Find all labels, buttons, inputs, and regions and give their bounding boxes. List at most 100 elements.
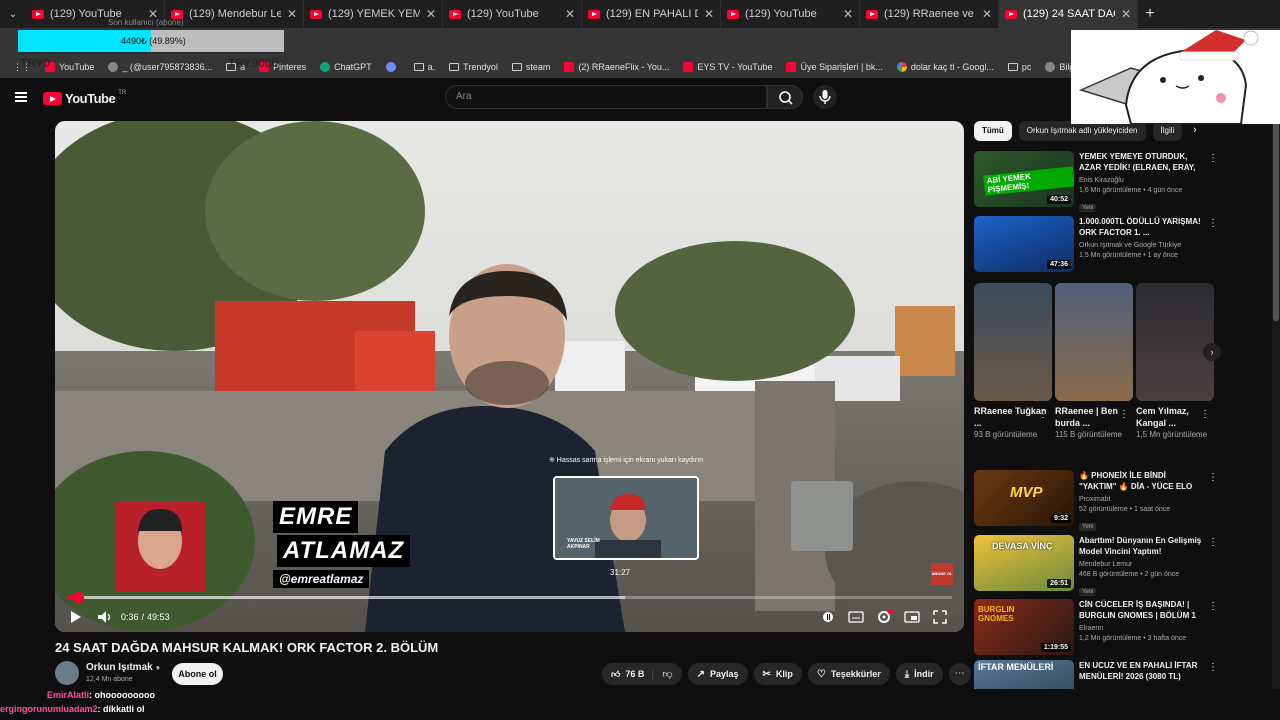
volume-icon[interactable] (95, 607, 115, 627)
video-title[interactable]: 🔥 PHONEİX İLE BİNDİ "YAKTIM" 🔥 DİA - YÜC… (1079, 470, 1204, 492)
bookmark-label: ChatGPT (334, 62, 372, 72)
play-icon[interactable] (65, 607, 85, 627)
subscribe-watermark[interactable]: ABONE OL (931, 563, 953, 585)
thumbnail-caption: İFTAR MENÜLERİ (978, 662, 1054, 672)
chips-next-icon[interactable]: › (1193, 124, 1197, 136)
video-thumbnail[interactable]: DEVASA VİNÇ 26:51 (974, 535, 1074, 591)
share-button[interactable]: ↗ Paylaş (687, 663, 748, 685)
thanks-button[interactable]: ♡ Teşekkürler (807, 663, 890, 685)
miniplayer-icon[interactable] (902, 607, 922, 627)
search-button[interactable] (767, 85, 803, 109)
bookmark-item[interactable]: a. (407, 62, 443, 72)
autoplay-toggle-icon[interactable] (818, 607, 838, 627)
video-title[interactable]: CİN CÜCELER İŞ BAŞINDA! | BURGLIN GNOMES… (1079, 599, 1204, 621)
shorts-next-button[interactable]: › (1203, 343, 1221, 361)
tab-close-icon[interactable]: ✕ (1121, 7, 1131, 21)
chip-from-uploader[interactable]: Orkun Işıtmak adlı yükleyiciden (1018, 121, 1146, 141)
short-thumbnail[interactable] (1136, 283, 1214, 401)
video-thumbnail[interactable]: MVP 9:32 (974, 470, 1074, 526)
voice-search-button[interactable] (813, 85, 837, 109)
bookmark-item[interactable]: dolar kaç tl - Googl... (890, 62, 1001, 72)
guide-menu-icon[interactable] (15, 92, 27, 102)
bookmark-item[interactable]: ChatGPT (313, 62, 379, 72)
bookmark-item[interactable]: EYS TV - YouTube (676, 62, 779, 72)
scrollbar-thumb[interactable] (1273, 116, 1279, 321)
clip-button[interactable]: ✂ Klip (753, 663, 802, 685)
short-menu-icon[interactable]: ⋮ (1200, 409, 1210, 420)
tab-close-icon[interactable]: ✕ (843, 7, 853, 21)
more-actions-button[interactable]: ⋯ (948, 663, 971, 685)
bookmark-item[interactable]: (2) RRaeneFlix - You... (557, 62, 676, 72)
video-channel[interactable]: Mendebur Lemur (1079, 560, 1204, 570)
video-player[interactable]: EMRE ATLAMAZ @emreatlamaz ※ Hassas sarma… (55, 121, 964, 632)
player-controls: 0:36 / 49:53 (55, 603, 964, 631)
chat-message: ohooooooooo (94, 690, 155, 700)
subtitles-icon[interactable] (846, 607, 866, 627)
dislike-button[interactable]: 👎︎ (653, 668, 681, 680)
search-input[interactable]: Ara (445, 85, 767, 109)
browser-tab[interactable]: (129) Mendebur Lemur - Y ✕ (165, 0, 304, 28)
chat-user: ergingorunumluadam2 (0, 704, 98, 714)
short-menu-icon[interactable]: ⋮ (1119, 409, 1129, 420)
short-thumbnail[interactable] (1055, 283, 1133, 401)
scrubber-handle[interactable] (72, 592, 84, 603)
bookmark-item[interactable]: _ (@user795873836... (101, 62, 219, 72)
video-thumbnail[interactable]: BURGLIN GNOMES 1:19:55 (974, 599, 1074, 655)
video-channel[interactable]: Orkun Işıtmak ve Google Türkiye (1079, 241, 1204, 251)
bookmark-item[interactable]: pc (1001, 62, 1039, 72)
subscribe-button[interactable]: Abone ol (172, 663, 223, 685)
video-menu-icon[interactable]: ⋮ (1208, 601, 1218, 612)
progress-hover (77, 596, 625, 599)
progress-bar[interactable] (67, 592, 952, 603)
bookmark-icon (511, 63, 522, 71)
page-scrollbar[interactable] (1272, 116, 1280, 689)
bookmark-item[interactable]: Trendyol (442, 62, 505, 72)
bookmark-item[interactable]: Üye Siparişleri | bk... (779, 62, 889, 72)
browser-tab[interactable]: (129) 24 SAAT DAĞDA MA ✕ (999, 0, 1138, 28)
video-thumbnail[interactable]: ABİ YEMEK PİŞMEMİŞ! 40:52 (974, 151, 1074, 207)
video-thumbnail[interactable]: İFTAR MENÜLERİ (974, 660, 1074, 689)
video-menu-icon[interactable]: ⋮ (1208, 218, 1218, 229)
browser-tab[interactable]: (129) YouTube ✕ (443, 0, 582, 28)
tab-close-icon[interactable]: ✕ (565, 7, 575, 21)
channel-name[interactable]: Orkun Işıtmak ● (86, 662, 160, 673)
like-button[interactable]: 👍︎ 76 B (602, 668, 654, 680)
video-menu-icon[interactable]: ⋮ (1208, 153, 1218, 164)
video-thumbnail[interactable]: 47:36 (974, 216, 1074, 272)
video-menu-icon[interactable]: ⋮ (1208, 537, 1218, 548)
tab-close-icon[interactable]: ✕ (287, 7, 297, 21)
tab-search-button[interactable]: ⌄ (0, 0, 26, 28)
video-channel[interactable]: Enis Kirazoğlu (1079, 176, 1204, 186)
settings-gear-icon[interactable] (874, 607, 894, 627)
short-thumbnail[interactable] (974, 283, 1052, 401)
channel-avatar[interactable] (55, 661, 79, 685)
browser-tab[interactable]: (129) RRaenee ve Başak C ✕ (860, 0, 999, 28)
video-title[interactable]: YEMEK YEMEYE OTURDUK, AZAR YEDİK! (ELRAE… (1079, 151, 1204, 173)
tab-close-icon[interactable]: ✕ (704, 7, 714, 21)
video-channel[interactable]: Elraenn (1079, 624, 1204, 634)
video-title[interactable]: Abarttım! Dünyanın En Gelişmiş Model Vin… (1079, 535, 1204, 557)
bookmark-item[interactable] (379, 62, 407, 72)
video-title[interactable]: 1.000.000TL ÖDÜLLÜ YARIŞMA! ORK FACTOR 1… (1079, 216, 1204, 238)
video-menu-icon[interactable]: ⋮ (1208, 662, 1218, 673)
new-tab-button[interactable]: + (1138, 5, 1162, 23)
browser-tab[interactable]: (129) EN PAHALI DEV MA ✕ (582, 0, 721, 28)
screen: ⌄ (129) YouTube✕ (129) Mendebur Lemur - Y… (0, 0, 1280, 720)
download-button[interactable]: ⤓ İndir (895, 663, 943, 685)
chat-message: dikkatli ol (103, 704, 145, 714)
youtube-logo[interactable]: YouTube TR (43, 90, 126, 106)
related-video[interactable]: İFTAR MENÜLERİ EN UCUZ VE EN PAHALI İFTA… (974, 660, 1224, 689)
chip-related[interactable]: İlgili (1152, 121, 1183, 141)
fullscreen-icon[interactable] (930, 607, 950, 627)
tab-close-icon[interactable]: ✕ (426, 7, 436, 21)
video-menu-icon[interactable]: ⋮ (1208, 472, 1218, 483)
browser-tab[interactable]: (129) YouTube ✕ (721, 0, 860, 28)
video-channel[interactable]: Proximabt (1079, 495, 1204, 505)
browser-tab[interactable]: (129) YEMEK YEMEYE OTU ✕ (304, 0, 443, 28)
channel-name-text[interactable]: Orkun Işıtmak (86, 662, 153, 673)
bookmark-item[interactable]: steam (505, 62, 558, 72)
video-title[interactable]: EN UCUZ VE EN PAHALI İFTAR MENÜLERİ! 202… (1079, 660, 1204, 682)
short-menu-icon[interactable]: ⋮ (1038, 409, 1048, 420)
tab-close-icon[interactable]: ✕ (982, 7, 992, 21)
chip-all[interactable]: Tümü (974, 121, 1012, 141)
